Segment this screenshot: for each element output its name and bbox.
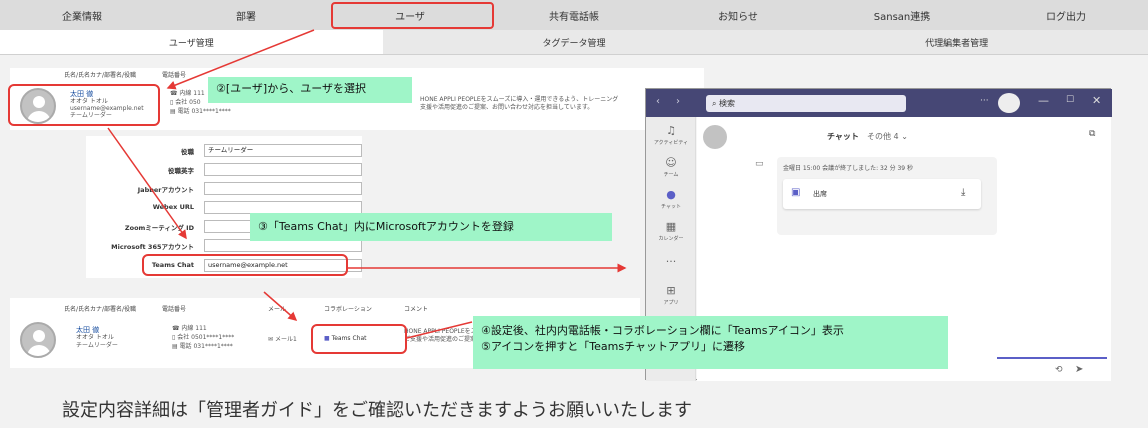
bottom-note: 設定内容詳細は「管理者ガイド」をご確認いただきますようお願いいたします (62, 400, 692, 421)
screenshot-root: 企業情報 部署 ユーザ 共有電話帳 お知らせ Sansan連携 ログ出力 ユーザ… (0, 0, 1148, 428)
arrow-to-list (263, 291, 298, 321)
callout-step4: ④設定後、社内内電話帳・コラボレーション欄に「Teamsアイコン」表示 (481, 324, 844, 337)
arrow-to-form (107, 127, 187, 240)
callout-step3: ③「Teams Chat」内にMicrosoftアカウントを登録 (250, 213, 612, 241)
callout-step2: ②[ユーザ]から、ユーザを選択 (208, 77, 412, 103)
arrow-to-callout (406, 321, 473, 339)
callout-step5: ⑤アイコンを押すと「Teamsチャットアプリ」に遷移 (481, 340, 746, 353)
callout-step4-5: ④設定後、社内内電話帳・コラボレーション欄に「Teamsアイコン」表示 ⑤アイコ… (473, 316, 948, 369)
